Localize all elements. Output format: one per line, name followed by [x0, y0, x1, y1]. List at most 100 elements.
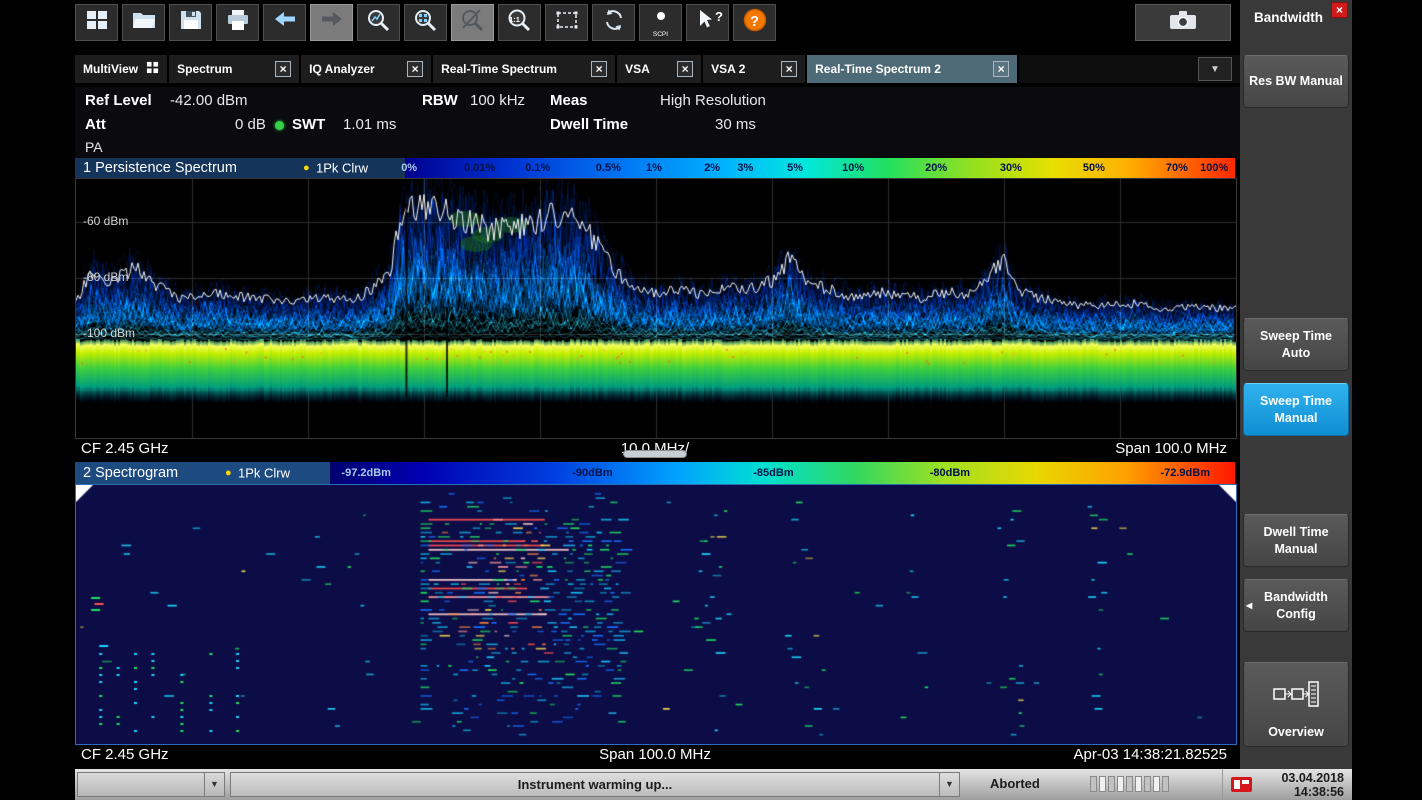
select-frame-button[interactable] [545, 4, 588, 41]
progress-segment [1117, 776, 1124, 792]
status-message-dropdown[interactable]: Instrument warming up... ▼ [230, 772, 960, 797]
close-icon: × [1336, 3, 1343, 17]
open-file-icon [131, 8, 157, 37]
softkey-label: Res BW Manual [1249, 73, 1343, 89]
camera-icon [1168, 9, 1198, 36]
spectrogram-color-scale: -97.2dBm-90dBm-85dBm-80dBm-72.9dBm [330, 462, 1235, 484]
preamp-indicator: PA [85, 139, 103, 155]
scale-tick-label: 10% [842, 162, 864, 174]
error-log-icon[interactable] [1231, 777, 1252, 792]
dwell-time-value[interactable]: 30 ms [715, 116, 756, 133]
span-value: Span 100.0 MHz [599, 746, 711, 763]
scale-tick-label: -72.9dBm [1160, 467, 1210, 479]
softkey-label: Sweep Time Manual [1246, 393, 1346, 426]
screen: 1:1 SCPI?? MultiView Spectrum × IQ Analyzer ×… [0, 0, 1422, 800]
print-button[interactable] [216, 4, 259, 41]
window-title: 2 Spectrogram [83, 465, 178, 481]
multiview-grid-icon [146, 61, 159, 77]
tab-vsa[interactable]: VSA× [617, 55, 703, 83]
tab-overflow-dropdown[interactable]: ▼ [1198, 57, 1232, 81]
scale-tick-label: -85dBm [753, 467, 793, 479]
zoom-multi-icon [413, 8, 439, 37]
att-label: Att [85, 116, 106, 133]
refresh-button[interactable] [592, 4, 635, 41]
rbw-value[interactable]: 100 kHz [470, 92, 525, 109]
scale-tick-label: 0.5% [596, 162, 621, 174]
undo-icon [272, 10, 298, 35]
save-button[interactable] [169, 4, 212, 41]
tab-label: IQ Analyzer [309, 62, 375, 76]
meas-value[interactable]: High Resolution [660, 92, 766, 109]
context-help-button[interactable]: ? [686, 4, 729, 41]
ref-level-value[interactable]: -42.00 dBm [170, 92, 248, 109]
tab-close-button[interactable]: × [407, 61, 423, 77]
trace-label: 1Pk Clrw [316, 161, 368, 176]
toolbar-icons: 1:1 SCPI?? [75, 4, 1240, 41]
tab-close-button[interactable]: × [677, 61, 693, 77]
trace-color-icon: ● [225, 467, 232, 479]
window-splitter-handle[interactable] [623, 450, 687, 458]
help-icon [742, 8, 768, 37]
progress-segment [1153, 776, 1160, 792]
zoom-one-to-one-button[interactable]: 1:1 [498, 4, 541, 41]
spectrogram-window-header[interactable]: 2 Spectrogram ● 1Pk Clrw -97.2dBm-90dBm-… [75, 462, 1235, 484]
scale-tick-label: 100% [1200, 162, 1228, 174]
tab-multiview[interactable]: MultiView [75, 55, 169, 83]
timestamp: Apr-03 14:38:21.82525 [1074, 746, 1227, 763]
progress-segment [1099, 776, 1106, 792]
tab-spectrum[interactable]: Spectrum × [169, 55, 301, 83]
spectrogram-footer: CF 2.45 GHz Span 100.0 MHz Apr-03 14:38:… [75, 745, 1235, 767]
help-button[interactable]: ? [733, 4, 776, 41]
softkey-sweep-time-manual[interactable]: Sweep Time Manual [1243, 383, 1349, 436]
progress-segment [1144, 776, 1151, 792]
scale-tick-label: 0% [401, 162, 417, 174]
undo-button[interactable] [263, 4, 306, 41]
progress-segment [1090, 776, 1097, 792]
scpi-button[interactable]: SCPI [639, 4, 682, 41]
scale-tick-label: 70% [1166, 162, 1188, 174]
status-date: 03.04.2018 [1281, 771, 1344, 785]
swt-value[interactable]: 1.01 ms [343, 116, 396, 133]
tab-close-button[interactable]: × [993, 61, 1009, 77]
context-help-icon [695, 8, 721, 37]
spectrogram-plot[interactable] [75, 484, 1237, 745]
print-screen-button[interactable] [1135, 4, 1231, 41]
zoom-off-icon [460, 8, 486, 37]
scale-tick-label: 50% [1083, 162, 1105, 174]
scale-tick-label: 0.1% [525, 162, 550, 174]
status-time: 14:38:56 [1294, 785, 1344, 799]
softkey-sweep-time-auto[interactable]: Sweep Time Auto [1243, 318, 1349, 371]
open-file-button[interactable] [122, 4, 165, 41]
tab-close-button[interactable]: × [275, 61, 291, 77]
scale-tick-label: 5% [787, 162, 803, 174]
progress-indicator [1090, 776, 1169, 792]
persistence-window-header[interactable]: 1 Persistence Spectrum ● 1Pk Clrw 0%0.01… [75, 158, 1235, 178]
scale-tick-label: -80dBm [930, 467, 970, 479]
tab-close-button[interactable]: × [781, 61, 797, 77]
softkey-overview[interactable]: Overview [1243, 662, 1349, 747]
close-softkey-button[interactable]: × [1331, 2, 1348, 18]
progress-segment [1162, 776, 1169, 792]
tab-bar: MultiViewSpectrum×IQ Analyzer×Real-Time … [75, 55, 1240, 83]
status-left-dropdown[interactable]: ▼ [77, 772, 225, 797]
zoom-graph-button[interactable] [357, 4, 400, 41]
meas-label: Meas [550, 92, 588, 109]
zoom-multi-button[interactable] [404, 4, 447, 41]
progress-segment [1108, 776, 1115, 792]
tab-real-time-spectrum-2[interactable]: Real-Time Spectrum 2× [807, 55, 1019, 83]
att-value[interactable]: 0 dB [235, 116, 266, 133]
persistence-spectrum-plot[interactable] [75, 178, 1237, 439]
softkey-bandwidth-config[interactable]: Bandwidth Config◀ [1243, 579, 1349, 632]
start-menu-button[interactable] [75, 4, 118, 41]
print-icon [225, 8, 251, 37]
softkey-dwell-time-manual[interactable]: Dwell Time Manual [1243, 514, 1349, 567]
scale-tick-label: 0.01% [464, 162, 495, 174]
tab-vsa-2[interactable]: VSA 2× [703, 55, 807, 83]
tab-real-time-spectrum[interactable]: Real-Time Spectrum× [433, 55, 617, 83]
spectrogram-window: 2 Spectrogram ● 1Pk Clrw -97.2dBm-90dBm-… [75, 462, 1235, 767]
tab-iq-analyzer[interactable]: IQ Analyzer × [301, 55, 433, 83]
scpi-icon [648, 8, 674, 37]
softkey-res-bw-manual[interactable]: Res BW Manual [1243, 55, 1349, 108]
tab-close-button[interactable]: × [591, 61, 607, 77]
tab-label: Spectrum [177, 62, 232, 76]
